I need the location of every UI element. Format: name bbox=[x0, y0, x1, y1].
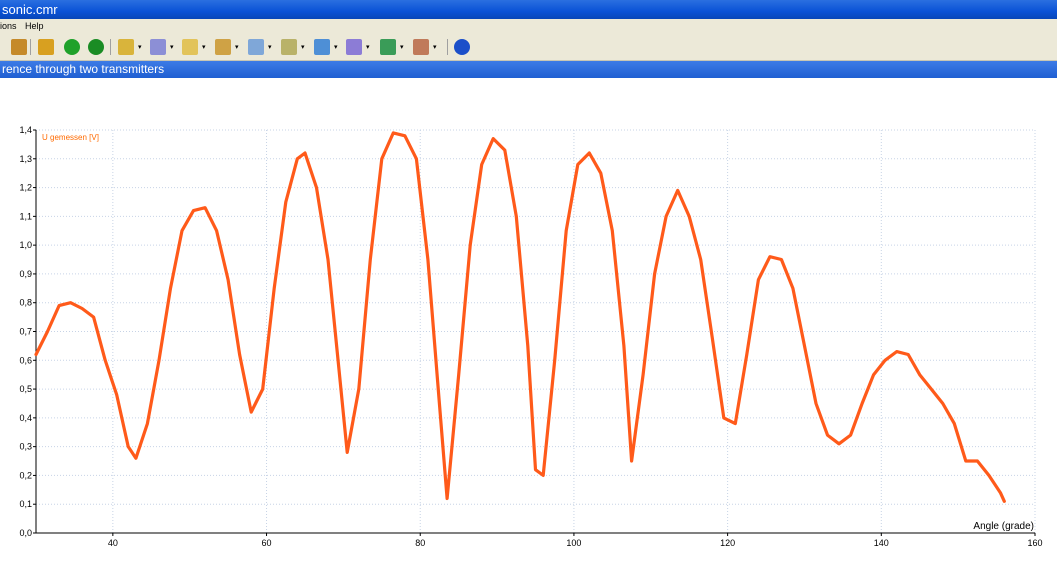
folder-tool-icon bbox=[182, 39, 198, 55]
globe-tool-button[interactable]: ▾ bbox=[379, 38, 404, 56]
y-tick-label: 1,3 bbox=[19, 154, 32, 164]
toolbar-separator bbox=[447, 39, 448, 55]
y-tick-label: 1,1 bbox=[19, 211, 32, 221]
numbers-tool-icon bbox=[150, 39, 166, 55]
y-tick-label: 1,4 bbox=[19, 125, 32, 135]
chart-tool-button[interactable]: ▾ bbox=[412, 38, 437, 56]
meter-tool-button[interactable]: ▾ bbox=[345, 38, 370, 56]
toolbar-separator bbox=[110, 39, 111, 55]
dropdown-caret-icon[interactable]: ▾ bbox=[202, 43, 206, 51]
list-tool-icon bbox=[281, 39, 297, 55]
image-tool-icon bbox=[314, 39, 330, 55]
folder-tool-button[interactable]: ▾ bbox=[181, 38, 206, 56]
dropdown-caret-icon[interactable]: ▾ bbox=[334, 43, 338, 51]
help-icon bbox=[454, 39, 470, 55]
play-button[interactable] bbox=[63, 38, 81, 56]
chart: 0,0 0,1 0,2 0,3 0,4 0,5 0,6 0,7 0,8 0,9 1,0 1,1 1,2 1… bbox=[19, 125, 1042, 548]
triangle-tool-icon bbox=[118, 39, 134, 55]
list-tool-button[interactable]: ▾ bbox=[280, 38, 305, 56]
dropdown-caret-icon[interactable]: ▾ bbox=[138, 43, 142, 51]
power-icon bbox=[88, 39, 104, 55]
dropdown-caret-icon[interactable]: ▾ bbox=[301, 43, 305, 51]
triangle-tool-button[interactable]: ▾ bbox=[117, 38, 142, 56]
panel-title-bar: rence through two transmitters bbox=[0, 61, 1057, 78]
dropdown-caret-icon[interactable]: ▾ bbox=[268, 43, 272, 51]
dropdown-caret-icon[interactable]: ▾ bbox=[170, 43, 174, 51]
y-tick-label: 0,4 bbox=[19, 413, 32, 423]
x-tick-label: 160 bbox=[1027, 538, 1042, 548]
x-tick-label: 60 bbox=[262, 538, 272, 548]
ear-button[interactable] bbox=[10, 38, 28, 56]
menu-bar: ions Help bbox=[0, 19, 1057, 34]
y-tick-label: 0,3 bbox=[19, 442, 32, 452]
chart-tool-icon bbox=[413, 39, 429, 55]
y-tick-label: 0,9 bbox=[19, 269, 32, 279]
toolbar-separator bbox=[30, 39, 31, 55]
x-tick-label: 80 bbox=[415, 538, 425, 548]
y-tick-label: 0,0 bbox=[19, 528, 32, 538]
toolbar: ▾ ▾ ▾ ▾ ▾ ▾ ▾ ▾ ▾ ▾ bbox=[0, 34, 1057, 61]
stopwatch-button[interactable] bbox=[37, 38, 55, 56]
y-tick-label: 1,2 bbox=[19, 183, 32, 193]
stopwatch-icon bbox=[38, 39, 54, 55]
x-tick-label: 140 bbox=[874, 538, 889, 548]
dropdown-caret-icon[interactable]: ▾ bbox=[366, 43, 370, 51]
y-tick-label: 1,0 bbox=[19, 240, 32, 250]
window-title: sonic.cmr bbox=[2, 2, 58, 17]
y-tick-label: 0,8 bbox=[19, 298, 32, 308]
y-tick-label: 0,2 bbox=[19, 470, 32, 480]
play-icon bbox=[64, 39, 80, 55]
numbers-tool-button[interactable]: ▾ bbox=[149, 38, 174, 56]
x-tick-label: 100 bbox=[566, 538, 581, 548]
meter-tool-icon bbox=[346, 39, 362, 55]
legend-entry: U gemessen [V] bbox=[42, 133, 99, 142]
y-tick-label: 0,5 bbox=[19, 384, 32, 394]
y-tick-label: 0,1 bbox=[19, 499, 32, 509]
power-button[interactable] bbox=[87, 38, 105, 56]
help-button[interactable] bbox=[453, 38, 471, 56]
dropdown-caret-icon[interactable]: ▾ bbox=[400, 43, 404, 51]
graph-tool-icon bbox=[248, 39, 264, 55]
menu-item-help[interactable]: Help bbox=[25, 19, 44, 34]
table-tool-button[interactable]: ▾ bbox=[214, 38, 239, 56]
globe-tool-icon bbox=[380, 39, 396, 55]
panel-title: rence through two transmitters bbox=[2, 62, 165, 76]
window-titlebar: sonic.cmr bbox=[0, 0, 1057, 19]
table-tool-icon bbox=[215, 39, 231, 55]
image-tool-button[interactable]: ▾ bbox=[313, 38, 338, 56]
x-axis-label: Angle (grade) bbox=[973, 521, 1034, 532]
dropdown-caret-icon[interactable]: ▾ bbox=[235, 43, 239, 51]
series-line bbox=[34, 131, 1006, 503]
dropdown-caret-icon[interactable]: ▾ bbox=[433, 43, 437, 51]
y-tick-label: 0,6 bbox=[19, 355, 32, 365]
x-tick-label: 40 bbox=[108, 538, 118, 548]
graph-tool-button[interactable]: ▾ bbox=[247, 38, 272, 56]
y-tick-label: 0,7 bbox=[19, 327, 32, 337]
menu-item-options[interactable]: ions bbox=[0, 19, 17, 34]
x-tick-label: 120 bbox=[720, 538, 735, 548]
ear-icon bbox=[11, 39, 27, 55]
